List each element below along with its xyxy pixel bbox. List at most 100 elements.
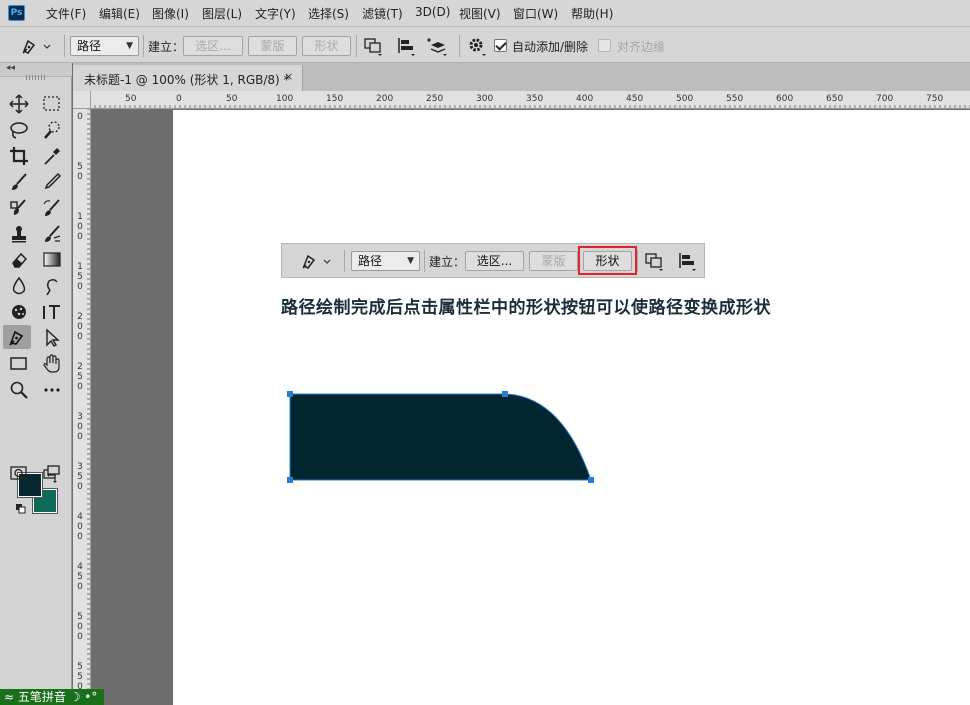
menu-file[interactable]: 文件(F)	[46, 5, 86, 22]
separator	[143, 35, 144, 57]
menu-window[interactable]: 窗口(W)	[513, 5, 558, 22]
gear-icon[interactable]	[465, 35, 487, 57]
pen-tool[interactable]	[3, 325, 31, 349]
menu-filter[interactable]: 滤镜(T)	[362, 5, 403, 22]
auto-add-delete-label: 自动添加/删除	[512, 40, 589, 54]
art-history-tool[interactable]	[38, 222, 66, 246]
menu-view[interactable]: 视图(V)	[459, 5, 501, 22]
eyedropper-tool[interactable]	[38, 144, 66, 168]
quick-mask-tool[interactable]	[5, 461, 33, 485]
ruler-label: 400	[576, 94, 594, 104]
pencil-tool[interactable]	[38, 170, 66, 194]
ruler-origin[interactable]	[73, 91, 91, 109]
quick-select-tool[interactable]	[38, 118, 66, 142]
separator	[424, 250, 425, 272]
type-icon	[43, 305, 60, 319]
ime-label: 五笔拼音	[17, 690, 66, 704]
ruler-label: 600	[776, 94, 794, 104]
zoom-tool[interactable]	[5, 378, 33, 402]
clone-stamp-tool[interactable]	[5, 222, 33, 246]
hand-tool[interactable]	[38, 352, 66, 376]
separator	[637, 250, 638, 272]
tool-preset-picker[interactable]	[16, 35, 60, 57]
eraser-tool[interactable]	[5, 248, 33, 272]
document-tab-title: 未标题-1 @ 100% (形状 1, RGB/8) *	[84, 73, 290, 87]
sponge-tool[interactable]	[5, 300, 33, 324]
lasso-tool[interactable]	[5, 118, 33, 142]
path-operations-icon	[645, 253, 663, 271]
history-brush-tool[interactable]	[38, 196, 66, 220]
path-alignment-icon[interactable]	[395, 35, 417, 57]
shape-layer[interactable]	[280, 384, 600, 490]
separator	[459, 35, 460, 57]
shape-button-highlight	[578, 246, 637, 275]
path-select-tool[interactable]	[38, 326, 66, 350]
panel-grip[interactable]	[26, 75, 46, 80]
path-arrangement-icon[interactable]	[427, 35, 449, 57]
anchor-point[interactable]	[502, 391, 508, 397]
blur-icon	[12, 276, 26, 295]
instruction-caption: 路径绘制完成后点击属性栏中的形状按钮可以使路径变换成形状	[281, 298, 771, 318]
pen-icon	[9, 330, 24, 346]
marquee-tool[interactable]	[38, 92, 66, 116]
dodge-tool[interactable]	[38, 274, 66, 298]
tools-panel: ◂◂	[0, 63, 72, 705]
ruler-label: 200	[376, 94, 394, 104]
ruler-label: 100	[77, 212, 83, 242]
menu-type[interactable]: 文字(Y)	[255, 5, 296, 22]
auto-add-delete-checkbox[interactable]	[494, 39, 507, 52]
ime-status-bar[interactable]: ≈ 五笔拼音 ☽ •°	[0, 689, 104, 705]
history-brush-icon	[43, 199, 60, 216]
horizontal-ruler: 50 0 50 100 150 200 250 300 350 400 450 …	[73, 91, 970, 109]
make-mask-button[interactable]: 蒙版	[248, 36, 297, 56]
blur-tool[interactable]	[5, 274, 33, 298]
path-mode-select[interactable]: 路径 ▼	[70, 36, 139, 56]
dodge-icon	[46, 279, 58, 296]
menu-image[interactable]: 图像(I)	[152, 5, 189, 22]
ruler-label: 50	[125, 94, 137, 104]
rectangle-icon	[10, 357, 27, 370]
clone-stamp-icon	[12, 226, 26, 243]
more-icon	[44, 388, 60, 392]
default-colors-icon[interactable]	[15, 503, 27, 515]
quick-mask-icon	[10, 466, 27, 480]
brush-tool[interactable]	[5, 170, 33, 194]
pen-icon	[22, 39, 51, 54]
move-tool[interactable]	[5, 92, 33, 116]
document-tab[interactable]: 未标题-1 @ 100% (形状 1, RGB/8) * ×	[73, 65, 303, 91]
make-shape-button[interactable]: 形状	[302, 36, 351, 56]
separator	[356, 35, 357, 57]
ruler-label: 250	[77, 362, 83, 392]
type-tool[interactable]	[38, 300, 66, 324]
vertical-ruler: 0 50 100 150 200 250 300 350 400 450 500…	[73, 109, 91, 705]
anchor-point[interactable]	[588, 477, 594, 483]
ruler-label: 400	[77, 512, 83, 542]
ruler-label: 0	[77, 112, 83, 122]
demo-mask-button: 蒙版	[529, 251, 578, 271]
path-operations-icon[interactable]	[362, 35, 384, 57]
crop-tool[interactable]	[5, 144, 33, 168]
collapse-icon[interactable]: ◂◂	[6, 63, 15, 73]
anchor-point[interactable]	[287, 391, 293, 397]
demo-make-label: 建立：	[429, 255, 466, 269]
menu-select[interactable]: 选择(S)	[308, 5, 349, 22]
sponge-icon	[12, 305, 26, 319]
screen-mode-tool[interactable]	[38, 461, 66, 485]
ruler-label: 550	[726, 94, 744, 104]
menu-3d[interactable]: 3D(D)	[415, 5, 450, 19]
healing-brush-tool[interactable]	[5, 196, 33, 220]
ruler-label: 250	[426, 94, 444, 104]
menu-edit[interactable]: 编辑(E)	[99, 5, 140, 22]
more-tools[interactable]	[38, 378, 66, 402]
ruler-label: 300	[476, 94, 494, 104]
ruler-label: 300	[77, 412, 83, 442]
ruler-label: 550	[77, 662, 83, 692]
align-edges-checkbox[interactable]	[598, 39, 611, 52]
anchor-point[interactable]	[287, 477, 293, 483]
menu-help[interactable]: 帮助(H)	[571, 5, 613, 22]
gradient-tool[interactable]	[38, 248, 66, 272]
close-icon[interactable]: ×	[284, 70, 293, 83]
rectangle-tool[interactable]	[5, 352, 33, 376]
menu-layer[interactable]: 图层(L)	[202, 5, 242, 22]
make-selection-button[interactable]: 选区...	[183, 36, 243, 56]
